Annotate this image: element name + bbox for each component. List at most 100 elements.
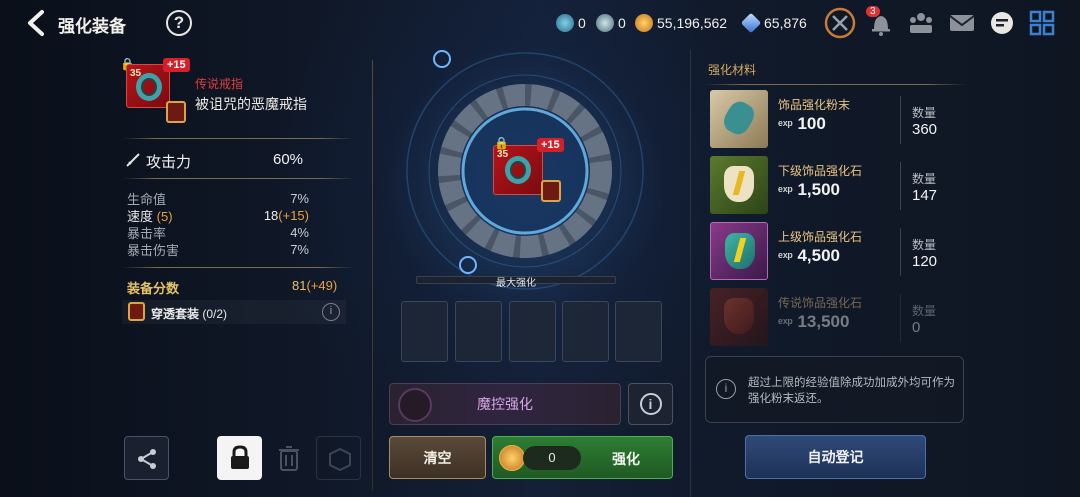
item-level: 35 [130,68,142,79]
mail-icon[interactable] [947,9,977,37]
stat-label-bonus: (5) [156,209,173,224]
info-text: 超过上限的经验值除成功加成外均可作为强化粉末返还。 [748,377,955,405]
material-slot[interactable] [401,301,448,362]
material-qty: 360 [912,121,938,138]
score-label: 装备分数 [127,281,180,296]
set-emblem-icon [541,180,561,202]
magic-enhance-label: 魔控强化 [477,396,533,412]
set-emblem-icon [166,101,186,123]
currency-value: 0 [618,15,626,31]
enhance-button[interactable]: 0 强化 [492,436,673,479]
ring-icon [505,156,531,184]
material-slot[interactable] [455,301,502,362]
divider [122,178,354,179]
clear-button[interactable]: 清空 [389,436,486,479]
lock-icon [231,445,249,469]
trash-icon[interactable] [276,444,302,472]
material-name: 上级饰品强化石 [778,230,863,244]
main-stat-label: 攻击力 [146,154,192,171]
gold-coin-icon [635,14,653,32]
currency-blue-key: 0 [556,13,586,33]
qty-label: 数量 [912,106,937,120]
help-button[interactable]: ? [166,10,192,36]
material-name: 下级饰品强化石 [778,164,863,178]
score-value: 81(+49) [292,278,338,293]
material-qty: 0 [912,319,921,336]
max-enhance-label: 最大强化 [496,278,536,289]
info-icon: i [716,379,736,399]
stat-label: 暴击伤害 [127,243,180,258]
material-qty: 120 [912,253,938,270]
material-row[interactable]: 传说饰品强化石 ᵉˣᵖ 13,500 数量 0 [710,288,965,348]
substats-list: 生命值 7% 速度 (5) 18(+15) 暴击率 4% 暴击伤害 7% [127,190,309,258]
back-arrow-icon[interactable] [24,9,50,37]
stat-bonus: (+15) [278,208,309,223]
qty-label: 数量 [912,172,937,186]
material-slot[interactable] [562,301,609,362]
enhance-level-badge: +15 [537,138,564,152]
set-bonus-row[interactable]: 穿透套装 (0/2) i [122,300,346,324]
share-icon [138,449,156,469]
separator-line [372,60,373,490]
material-qty: 147 [912,187,938,204]
battle-swords-icon[interactable] [823,7,857,39]
material-row[interactable]: 下级饰品强化石 ᵉˣᵖ 1,500 数量 147 [710,156,965,216]
info-icon[interactable]: i [322,303,340,321]
stat-row: 速度 (5) 18(+15) [127,207,309,224]
stat-row: 暴击伤害 7% [127,241,309,258]
lock-button[interactable] [217,436,262,480]
sword-icon [126,153,140,167]
center-equipment-thumbnail[interactable]: 35 [493,145,543,195]
blue-key-icon [556,14,574,32]
currency-value: 0 [578,15,586,31]
material-row[interactable]: 饰品强化粉末 ᵉˣᵖ 100 数量 360 [710,90,965,150]
enhance-label: 强化 [612,451,640,467]
extract-button[interactable] [316,436,361,480]
currency-silver-key: 0 [596,13,626,33]
enhance-level-badge: +15 [163,58,190,72]
stat-value: 7% [290,191,309,206]
box-icon [329,447,351,472]
divider [122,267,354,268]
score-bonus: (+49) [306,278,338,293]
material-name: 饰品强化粉末 [778,98,851,112]
chat-icon[interactable] [987,9,1017,37]
currency-value: 55,196,562 [657,15,728,31]
powder-icon [710,90,768,148]
separator-line [900,96,901,144]
currency-crystal: 65,876 [740,12,807,34]
lock-icon: 🔒 [494,136,509,150]
separator-line [900,162,901,210]
magic-enhance-button[interactable]: 魔控强化 [389,383,621,425]
stat-row: 暴击率 4% [127,224,309,241]
high-stone-icon [710,222,768,280]
material-exp: ᵉˣᵖ 1,500 [778,180,841,199]
set-progress: (0/2) [202,307,228,321]
auto-register-button[interactable]: 自动登记 [745,435,926,479]
main-stat-value: 60% [273,151,304,168]
materials-title: 强化材料 [708,63,757,77]
material-slot[interactable] [509,301,556,362]
legend-stone-icon [710,288,768,346]
separator-line [900,294,901,342]
qty-label: 数量 [912,238,937,252]
stat-row: 生命值 7% [127,190,309,207]
divider [704,84,966,85]
material-exp: ᵉˣᵖ 100 [778,114,826,133]
set-emblem-icon [128,302,145,321]
item-rarity: 传说戒指 [195,77,244,91]
stat-value: 18(+15) [263,208,309,223]
separator-line [900,228,901,276]
material-slot[interactable] [615,301,662,362]
stat-value: 4% [290,225,309,240]
qty-label: 数量 [912,304,937,318]
low-stone-icon [710,156,768,214]
share-button[interactable] [124,436,169,480]
item-name: 被诅咒的恶魔戒指 [195,96,307,112]
grid-menu-icon[interactable] [1027,9,1057,37]
info-button[interactable]: i [628,383,673,425]
guild-members-icon[interactable] [906,9,936,37]
material-exp: ᵉˣᵖ 4,500 [778,246,841,265]
material-row[interactable]: 上级饰品强化石 ᵉˣᵖ 4,500 数量 120 [710,222,965,282]
material-name: 传说饰品强化石 [778,296,863,310]
